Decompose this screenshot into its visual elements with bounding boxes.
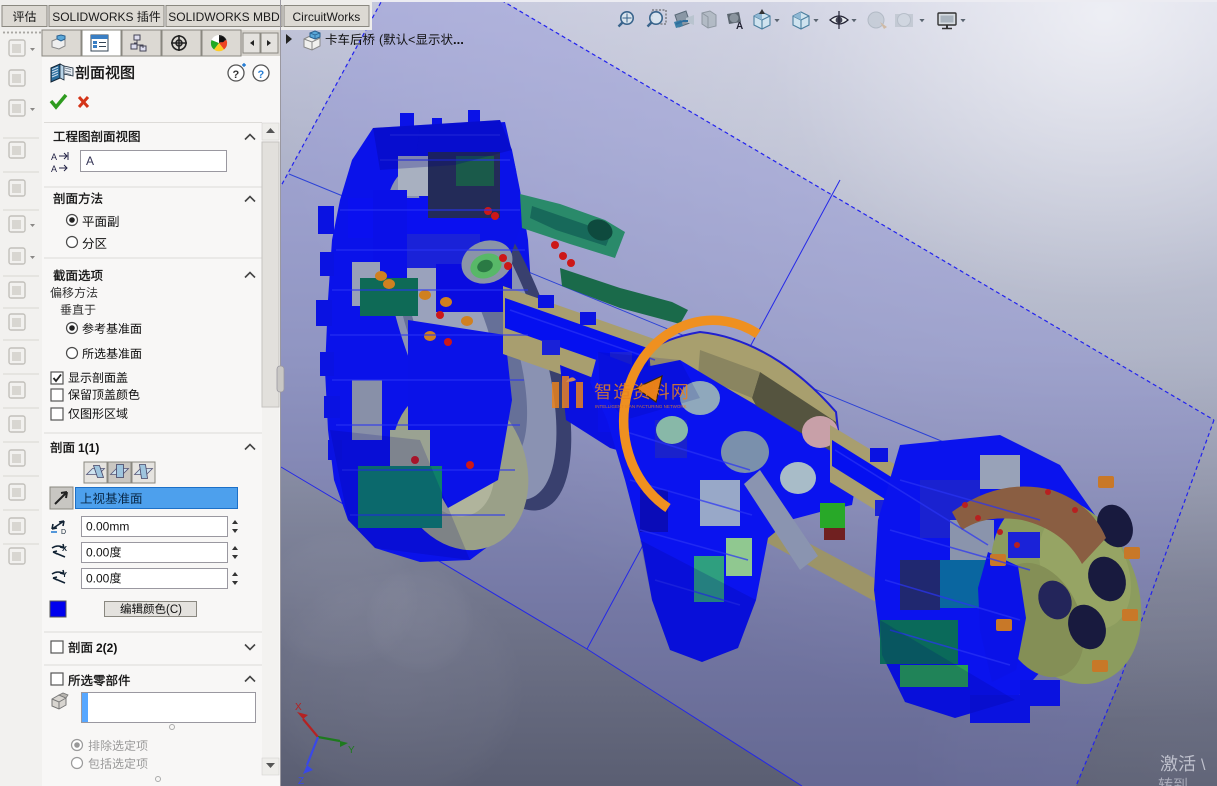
svg-text:0.00: 0.00: [86, 572, 110, 586]
svg-text:(C): (C): [166, 604, 182, 616]
svg-text:Y: Y: [62, 570, 67, 579]
svg-text:1(1): 1(1): [78, 441, 99, 455]
svg-text:A: A: [51, 164, 57, 174]
svg-text:<: <: [408, 33, 415, 47]
svg-text:A: A: [51, 152, 57, 162]
svg-text:(: (: [379, 33, 384, 47]
svg-text:...: ...: [453, 32, 464, 47]
svg-text:SOLIDWORKS: SOLIDWORKS: [52, 10, 137, 24]
svg-text:D: D: [61, 529, 66, 536]
svg-text:0.00: 0.00: [86, 546, 110, 560]
svg-text:CircuitWorks: CircuitWorks: [293, 10, 361, 24]
svg-text:A: A: [86, 154, 94, 168]
svg-text:SOLIDWORKS MBD: SOLIDWORKS MBD: [168, 10, 280, 24]
svg-text:?: ?: [233, 69, 240, 81]
svg-text:0.00mm: 0.00mm: [86, 520, 129, 534]
svg-text:X: X: [62, 544, 67, 553]
svg-text:?: ?: [258, 69, 265, 81]
svg-text:2(2): 2(2): [96, 641, 117, 655]
